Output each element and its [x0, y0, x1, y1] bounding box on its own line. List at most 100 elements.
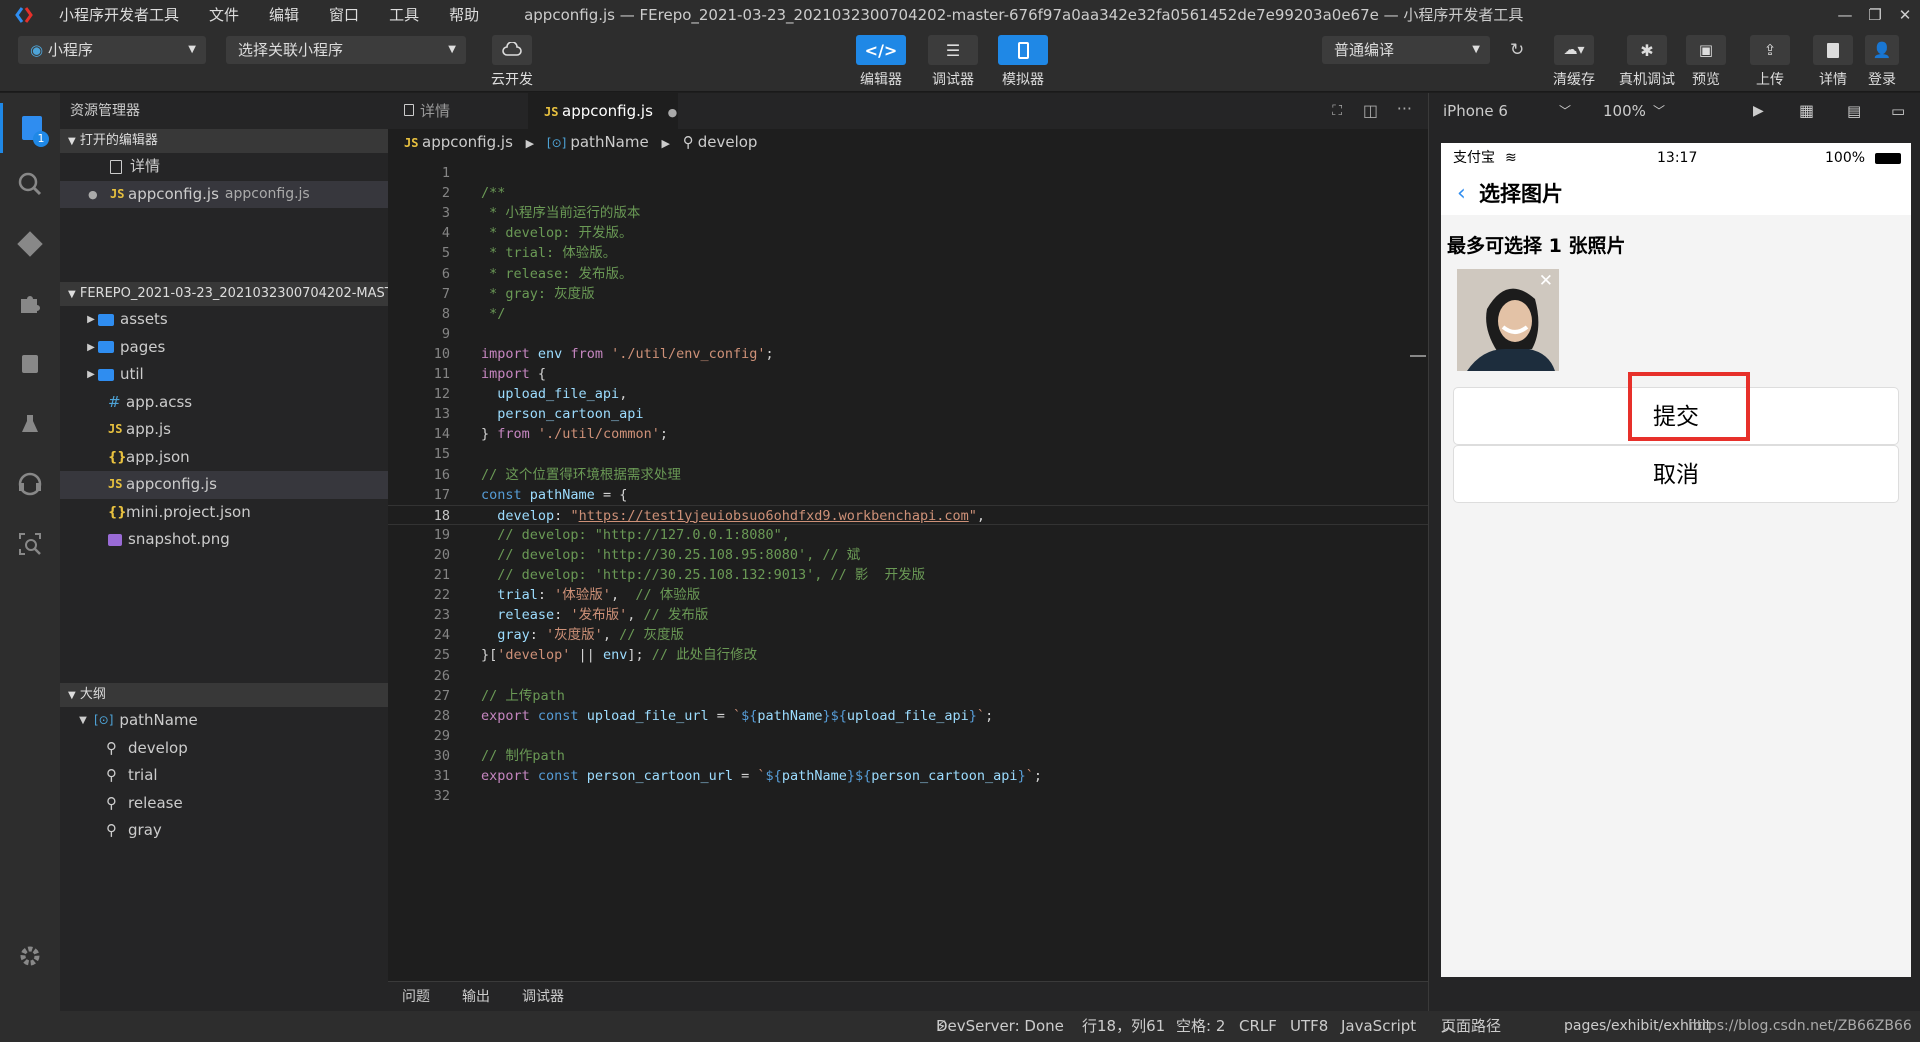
code-line[interactable]: 29 — [388, 726, 1428, 746]
breadcrumb-item[interactable]: pathName — [570, 133, 648, 151]
language-mode[interactable]: JavaScript — [1341, 1011, 1416, 1042]
inspect-activity[interactable] — [0, 519, 60, 569]
tab-appconfig[interactable]: JS appconfig.js ● — [528, 93, 678, 129]
code-line[interactable]: 25}['develop' || env]; // 此处自行修改 — [388, 645, 1428, 665]
selected-photo[interactable]: ✕ — [1457, 269, 1559, 371]
outline-item[interactable]: ⚲ gray — [60, 817, 388, 845]
menu-file[interactable]: 文件 — [194, 0, 254, 30]
tab-details[interactable]: 详情 — [388, 93, 528, 129]
tab-output[interactable]: 输出 — [462, 982, 490, 1012]
settings-activity[interactable] — [0, 931, 60, 981]
file-tree-item[interactable]: ▶ util — [60, 361, 388, 389]
code-line[interactable]: 3 * 小程序当前运行的版本 — [388, 203, 1428, 223]
remove-photo-icon[interactable]: ✕ — [1539, 271, 1553, 291]
code-line[interactable]: 21 // develop: 'http://30.25.108.132:901… — [388, 565, 1428, 585]
more-actions-icon[interactable]: ··· — [1397, 99, 1412, 118]
indent-setting[interactable]: 空格: 2 — [1176, 1011, 1225, 1042]
split-view-icon[interactable]: ⛶ — [1332, 103, 1342, 119]
menu-help[interactable]: 帮助 — [434, 0, 494, 30]
related-app-select[interactable]: 选择关联小程序 ▼ — [226, 36, 466, 64]
outline-item[interactable]: ⚲ release — [60, 790, 388, 818]
restore-icon[interactable]: ❐ — [1860, 0, 1890, 30]
split-editor-icon[interactable]: ◫ — [1363, 101, 1378, 120]
menu-window[interactable]: 窗口 — [314, 0, 374, 30]
minimize-icon[interactable]: — — [1830, 0, 1860, 30]
outline-section[interactable]: ▼ 大纲 — [60, 683, 388, 707]
code-line[interactable]: 4 * develop: 开发版。 — [388, 223, 1428, 243]
code-line[interactable]: 28 export const upload_file_url = `${path… — [388, 706, 1428, 726]
details-button[interactable]: 详情 — [1803, 35, 1863, 89]
back-icon[interactable]: ‹ — [1457, 173, 1466, 215]
code-line[interactable]: 23 release: '发布版', // 发布版 — [388, 605, 1428, 625]
code-line[interactable]: 15 — [388, 444, 1428, 464]
cursor-position[interactable]: 行18，列61 — [1082, 1011, 1165, 1042]
outline-item[interactable]: ⚲ develop — [60, 735, 388, 763]
tab-debugger[interactable]: 调试器 — [522, 982, 564, 1012]
encoding-setting[interactable]: UTF8 — [1290, 1011, 1328, 1042]
preview-button[interactable]: ▣ 预览 — [1676, 35, 1736, 89]
file-tree-item[interactable]: ▶ pages — [60, 334, 388, 362]
login-button[interactable]: 👤 登录 — [1856, 35, 1908, 89]
code-line[interactable]: 18 develop: "https://test1yjeuiobsuo6ohd… — [388, 504, 1428, 525]
code-line[interactable]: 27 // 上传path — [388, 686, 1428, 706]
window-icon[interactable]: ▭ — [1891, 93, 1905, 129]
menu-tools[interactable]: 工具 — [374, 0, 434, 30]
cancel-button[interactable]: 取消 — [1453, 445, 1899, 503]
play-icon[interactable]: ▶ — [1753, 93, 1764, 129]
file-tree-item[interactable]: {} mini.project.json — [60, 499, 388, 527]
code-line[interactable]: 1 — [388, 163, 1428, 183]
open-editor-item[interactable]: ● JS appconfig.js appconfig.js — [60, 180, 388, 208]
unsaved-dot-icon[interactable]: ● — [668, 106, 678, 119]
chevron-down-icon[interactable]: ﹀ — [1559, 93, 1571, 129]
code-line[interactable]: 10 import env from './util/env_config'; — [388, 344, 1428, 364]
code-line[interactable]: 13 person_cartoon_api — [388, 404, 1428, 424]
code-line[interactable]: 11 import { — [388, 364, 1428, 384]
project-section[interactable]: ▼ FEREPO_2021-03-23_2021032300704202-MAS… — [60, 282, 388, 306]
eol-setting[interactable]: CRLF — [1239, 1011, 1277, 1042]
cloud-dev-button[interactable]: 云开发 — [482, 35, 542, 89]
breadcrumb-item[interactable]: appconfig.js — [422, 133, 513, 151]
file-tree-item[interactable]: JS app.js — [60, 416, 388, 444]
explorer-activity[interactable]: 1 — [0, 103, 60, 153]
outline-item[interactable]: ⚲ trial — [60, 762, 388, 790]
code-line[interactable]: 2 /** — [388, 183, 1428, 203]
code-line[interactable]: 14} from './util/common'; — [388, 424, 1428, 444]
clear-cache-button[interactable]: ☁▾ 清缓存 — [1544, 35, 1604, 89]
code-line[interactable]: 16 // 这个位置得环境根据需求处理 — [388, 465, 1428, 485]
compile-mode-select[interactable]: 普通编译 ▼ — [1322, 36, 1490, 64]
open-editor-item[interactable]: 详情 — [60, 153, 388, 181]
settings-panel-icon[interactable]: ▤ — [1847, 93, 1861, 129]
code-line[interactable]: 30 // 制作path — [388, 746, 1428, 766]
upload-button[interactable]: ⇪ 上传 — [1740, 35, 1800, 89]
code-line[interactable]: 9 — [388, 324, 1428, 344]
extensions-activity[interactable] — [0, 279, 60, 329]
scrollbar-thumb[interactable] — [1410, 355, 1426, 357]
storage-activity[interactable] — [0, 339, 60, 389]
zoom-select[interactable]: 100% — [1603, 93, 1646, 129]
code-line[interactable]: 24 gray: '灰度版', // 灰度版 — [388, 625, 1428, 645]
tab-problems[interactable]: 问题 — [402, 982, 430, 1012]
device-debug-button[interactable]: ✱ 真机调试 — [1617, 35, 1677, 89]
refresh-icon[interactable]: ↻ — [1510, 40, 1524, 60]
code-line[interactable]: 6 * release: 发布版。 — [388, 264, 1428, 284]
menu-app[interactable]: 小程序开发者工具 — [44, 0, 194, 30]
code-line[interactable]: 17 const pathName = { — [388, 485, 1428, 505]
close-icon[interactable]: ✕ — [1890, 0, 1920, 30]
project-select[interactable]: ◉ 小程序 ▼ — [18, 36, 206, 64]
menu-edit[interactable]: 编辑 — [254, 0, 314, 30]
code-line[interactable]: 26 — [388, 666, 1428, 686]
file-tree-item[interactable]: JS appconfig.js — [60, 471, 388, 499]
debugger-toggle-button[interactable]: ☰ 调试器 — [928, 35, 978, 89]
code-line[interactable]: 12 upload_file_api, — [388, 384, 1428, 404]
code-line[interactable]: 32 — [388, 786, 1428, 806]
device-select[interactable]: iPhone 6 — [1443, 93, 1508, 129]
code-editor[interactable]: 1 2/** 3 * 小程序当前运行的版本 4 * develop: 开发版。 5 * … — [388, 165, 1428, 981]
code-line[interactable]: 20 // develop: 'http://30.25.108.95:8080… — [388, 545, 1428, 565]
file-tree-item[interactable]: {} app.json — [60, 444, 388, 472]
file-tree-item[interactable]: # app.acss — [60, 389, 388, 417]
test-activity[interactable] — [0, 399, 60, 449]
outline-root-item[interactable]: ▼ [⊙] pathName — [60, 707, 388, 735]
code-line[interactable]: 19 // develop: "http://127.0.0.1:8080", — [388, 525, 1428, 545]
code-line[interactable]: 5 * trial: 体验版。 — [388, 243, 1428, 263]
search-activity[interactable] — [0, 159, 60, 209]
